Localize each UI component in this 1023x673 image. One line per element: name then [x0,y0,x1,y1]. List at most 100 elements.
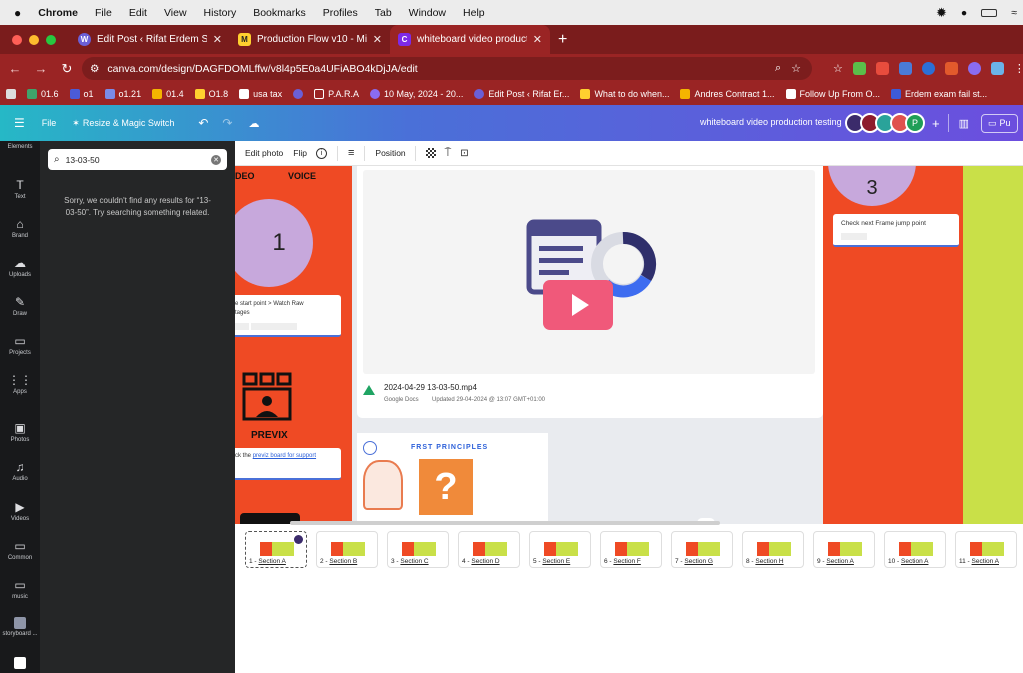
info-icon[interactable]: i [315,147,327,159]
rail-common[interactable]: ▭ Common [0,539,40,561]
search-input[interactable]: 13-03-50 [66,155,100,165]
rail-uploads[interactable]: ☁ Uploads [0,256,40,278]
flip-button[interactable]: Flip [293,148,307,158]
tab-miro[interactable]: M Production Flow v10 - Miro ✕ [230,25,390,54]
rail-videos[interactable]: ▶ Videos [0,500,40,522]
rail-text[interactable]: T Text [0,178,40,200]
spacing-icon[interactable]: ≡ [348,147,354,159]
forward-icon[interactable]: → [28,61,54,76]
menu-window[interactable]: Window [409,7,446,19]
reload-icon[interactable]: ↻ [54,61,80,77]
menu-profiles[interactable]: Profiles [323,7,358,19]
bookmark[interactable]: Follow Up From O... [785,89,880,99]
extension-icon[interactable] [990,62,1004,75]
page-thumbnail[interactable]: 4 - Section D [458,531,520,568]
bookmark[interactable]: Erdem exam fail st... [891,89,987,99]
search-box[interactable]: ⌕ 13-03-50 ✕ [48,149,227,170]
bookmark[interactable]: O1.8 [194,89,228,99]
bookmark[interactable]: 10 May, 2024 - 20... [370,89,463,99]
rail-projects[interactable]: ▭ Projects [0,334,40,356]
position-button[interactable]: Position [375,148,405,158]
page-thumbnail[interactable]: 6 - Section F [600,531,662,568]
extension-icon[interactable] [967,62,981,75]
paint-roller-icon[interactable]: ⍑ [445,147,452,160]
rail-photos[interactable]: ▣ Photos [0,421,40,443]
battery-icon[interactable] [981,8,998,17]
bookmark[interactable]: Andres Contract 1... [680,89,775,99]
tab-canva[interactable]: C whiteboard video production ✕ [390,25,550,54]
close-window-button[interactable] [12,34,22,45]
menu-bookmarks[interactable]: Bookmarks [253,7,306,19]
maximize-window-button[interactable] [46,34,56,45]
rail-music[interactable]: ▭ music [0,578,40,600]
minimize-window-button[interactable] [29,34,39,45]
rail-audio[interactable]: ♫ Audio [0,460,40,482]
bookmark[interactable]: Edit Post ‹ Rifat Er... [474,89,569,99]
resize-magic-button[interactable]: ✶ Resize & Magic Switch [72,118,174,129]
close-tab-icon[interactable]: ✕ [213,33,222,46]
menu-edit[interactable]: Edit [129,7,147,19]
apple-icon[interactable]: ● [14,6,21,20]
instruction-card[interactable]: e start point > Watch Raw tages [235,295,341,337]
scrollbar[interactable] [290,521,720,525]
page-thumbnail[interactable]: 2 - Section B [316,531,378,568]
menu-file[interactable]: File [95,7,112,19]
transparency-icon[interactable] [425,148,436,158]
site-settings-icon[interactable]: ⚙ [90,63,99,75]
hamburger-icon[interactable]: ☰ [14,116,25,130]
bookmark[interactable]: o1 [69,89,94,99]
google-drive-embed[interactable]: 2024-04-29 13-03-50.mp4 Google Docs Upda… [357,166,823,418]
page-thumbnail[interactable]: 3 - Section C [387,531,449,568]
address-bar[interactable]: ⚙ canva.com/design/DAGFDOMLffw/v8l4p5E0a… [82,57,812,80]
design-canvas[interactable]: DEO VOICE 1 e start point > Watch Raw ta… [235,166,1023,524]
close-tab-icon[interactable]: ✕ [533,33,542,46]
menu-app-name[interactable]: Chrome [38,7,78,19]
page-thumbnail[interactable]: 1 - Section A [245,531,307,568]
bookmark[interactable]: o1.21 [104,89,141,99]
edit-photo-button[interactable]: Edit photo [245,148,283,158]
page-thumbnail[interactable]: 11 - Section A [955,531,1017,568]
first-principles-card[interactable]: FRST PRINCIPLES ? [357,433,548,524]
menu-tab[interactable]: Tab [375,7,392,19]
share-button[interactable]: ▭ Pu [981,113,1018,133]
page-thumbnail[interactable]: 8 - Section H [742,531,804,568]
rail-storyboard[interactable]: storyboard ... [0,617,40,637]
extension-icon[interactable] [898,62,912,75]
bookmark[interactable]: 01.6 [27,89,59,99]
bookmark[interactable] [6,89,16,99]
avatar[interactable]: P [905,113,925,133]
close-tab-icon[interactable]: ✕ [373,33,382,46]
rail-elements[interactable]: Elements [0,144,40,150]
menu-view[interactable]: View [164,7,187,19]
gear-icon[interactable]: ✹ [936,5,947,21]
file-name[interactable]: 2024-04-29 13-03-50.mp4 [384,383,477,392]
menu-history[interactable]: History [204,7,237,19]
lock-icon[interactable]: ⊡ [460,148,468,159]
extension-icon[interactable] [944,62,958,75]
bookmark[interactable]: 01.4 [152,89,184,99]
page-thumbnail[interactable]: 7 - Section G [671,531,733,568]
new-tab-icon[interactable]: + [558,25,567,54]
zoom-icon[interactable]: ⌕ [775,62,781,75]
wifi-icon[interactable]: ≈ [1011,7,1017,19]
insights-icon[interactable]: ▥ [959,117,969,130]
rail-google-drive[interactable] [0,657,40,669]
bookmark[interactable] [293,89,304,99]
tab-edit-post[interactable]: W Edit Post ‹ Rifat Erdem Sahin ✕ [70,25,230,54]
extension-icon[interactable]: ☆ [833,62,843,75]
star-icon[interactable]: ☆ [791,62,801,75]
page-thumbnail[interactable]: 5 - Section E [529,531,591,568]
rail-draw[interactable]: ✎ Draw [0,295,40,317]
document-title[interactable]: whiteboard video production testing [700,117,842,127]
rail-apps[interactable]: ⋮⋮ Apps [0,373,40,395]
back-icon[interactable]: ← [2,61,28,76]
cloud-save-icon[interactable]: ☁ [248,117,259,130]
bookmark[interactable]: What to do when... [580,89,669,99]
previz-link[interactable]: previz board for support [253,453,316,459]
extension-icon[interactable] [875,62,889,75]
clear-search-icon[interactable]: ✕ [211,154,221,165]
bookmark-folder[interactable]: P.A.R.A [314,89,359,99]
rail-brand[interactable]: ⌂ Brand [0,217,40,239]
undo-icon[interactable]: ↶ [198,116,208,130]
add-collaborator-icon[interactable]: + [932,116,940,131]
